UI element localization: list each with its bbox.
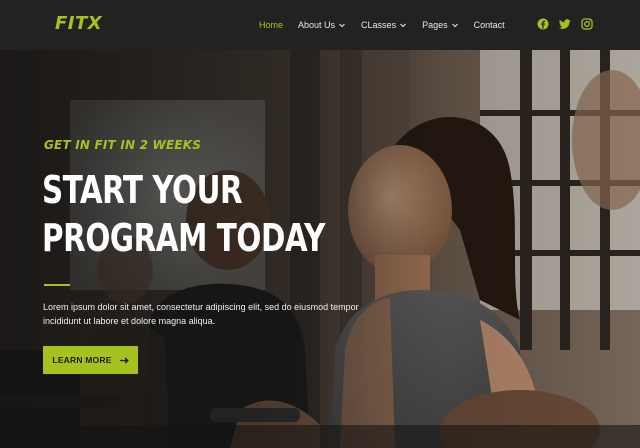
nav-item-contact[interactable]: Contact — [474, 20, 505, 30]
nav-item-label: Contact — [473, 20, 505, 30]
facebook-icon[interactable] — [537, 18, 549, 30]
learn-more-button[interactable]: LEARN MORE — [43, 346, 138, 374]
arrow-right-icon — [119, 357, 129, 364]
nav-item-about-us[interactable]: About Us — [298, 20, 346, 30]
chevron-down-icon — [399, 21, 407, 29]
nav-item-label: Home — [259, 20, 284, 30]
twitter-icon[interactable] — [559, 18, 571, 30]
logo[interactable]: FITX — [55, 13, 102, 34]
hero-section: GET IN FIT IN 2 WEEKS START YOUR PROGRAM… — [0, 50, 640, 448]
hero-title: START YOUR PROGRAM TODAY — [42, 166, 326, 262]
hero-description: Lorem ipsum dolor sit amet, consectetur … — [43, 302, 359, 326]
hero-title-line-2: PROGRAM TODAY — [42, 216, 325, 260]
accent-divider — [44, 284, 70, 286]
social-links — [537, 18, 593, 30]
nav-item-label: Pages — [422, 20, 448, 30]
hero-tagline: GET IN FIT IN 2 WEEKS — [44, 138, 202, 152]
nav-item-label: About Us — [298, 20, 336, 30]
chevron-down-icon — [451, 21, 459, 29]
hero-title-line-1: START YOUR — [42, 168, 243, 212]
learn-more-label: LEARN MORE — [52, 355, 112, 365]
instagram-icon[interactable] — [581, 18, 593, 30]
nav-item-label: CLasses — [361, 20, 397, 30]
nav-item-classes[interactable]: CLasses — [361, 20, 407, 30]
chevron-down-icon — [338, 21, 346, 29]
nav-item-home[interactable]: Home — [259, 20, 283, 30]
navbar: FITX Home About Us CLasses Pages Contact — [0, 0, 640, 50]
nav-item-pages[interactable]: Pages — [422, 20, 459, 30]
main-menu: Home About Us CLasses Pages Contact — [259, 0, 520, 50]
